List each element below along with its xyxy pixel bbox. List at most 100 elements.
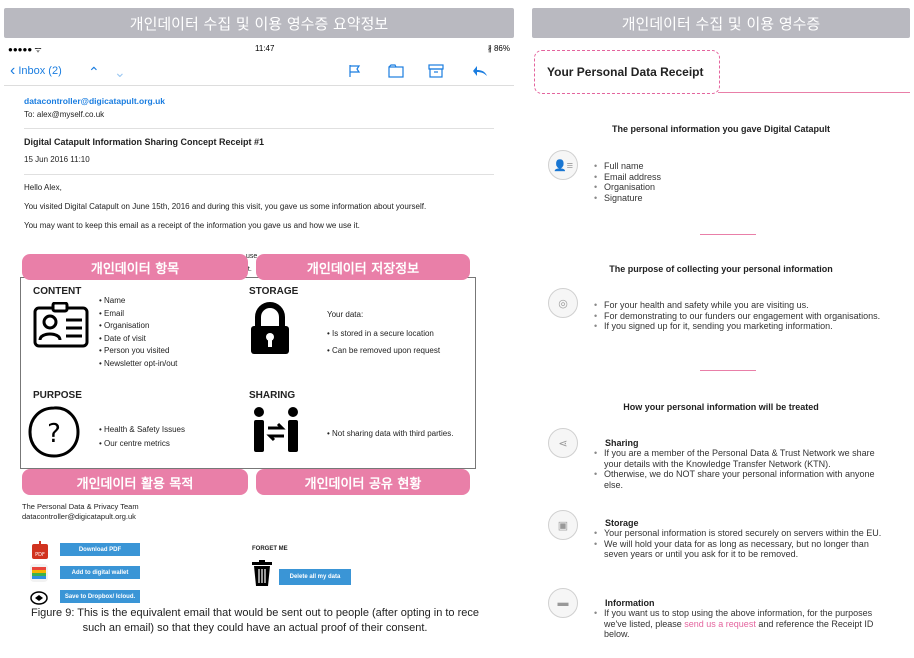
storage-info-list: Your personal information is stored secu…	[594, 528, 894, 560]
trash-icon	[252, 560, 272, 586]
svg-text:?: ?	[47, 419, 61, 449]
purpose-info-item: For demonstrating to our funders our eng…	[594, 311, 894, 322]
storage-title: STORAGE	[249, 286, 299, 297]
id-card-icon	[33, 302, 89, 348]
reply-icon[interactable]	[472, 64, 488, 78]
sharing-info-item: If you are a member of the Personal Data…	[594, 448, 894, 469]
archive-icon[interactable]	[428, 64, 444, 78]
forget-me-title: FORGET ME	[252, 546, 288, 552]
email-subject: Digital Catapult Information Sharing Con…	[24, 137, 265, 148]
chevron-up-icon[interactable]: ⌃	[88, 64, 100, 81]
information-subheading: Information	[605, 598, 655, 608]
cloud-icon	[30, 591, 48, 605]
storage-item: Can be removed upon request	[327, 342, 440, 359]
padlock-icon	[251, 302, 289, 354]
purpose-item: Health & Safety Issues	[99, 423, 185, 437]
content-item: Person you visited	[99, 345, 177, 358]
paragraph-receipt: You may want to keep this email as a rec…	[24, 221, 360, 231]
content-item: Email	[99, 308, 177, 321]
share-icon: ⋖	[548, 428, 578, 458]
pill-data-sharing: 개인데이터 공유 현황	[256, 469, 470, 495]
target-icon: ◎	[548, 288, 578, 318]
sharing-subheading: Sharing	[605, 438, 639, 448]
information-item: If you want us to stop using the above i…	[594, 608, 894, 640]
pill-data-purpose: 개인데이터 활용 목적	[22, 469, 248, 495]
purpose-list: Health & Safety IssuesOur centre metrics	[99, 423, 185, 451]
information-list: If you want us to stop using the above i…	[594, 608, 894, 640]
sharing-info-list: If you are a member of the Personal Data…	[594, 448, 894, 490]
team-name: The Personal Data & Privacy Team	[22, 502, 139, 511]
chevron-left-icon: ‹	[10, 61, 16, 79]
receipt-title: Your Personal Data Receipt	[534, 50, 720, 94]
caption-line-2: such an email) so that they could have a…	[82, 622, 428, 634]
mail-toolbar: ‹ Inbox (2) ⌃ ⌄	[4, 56, 514, 86]
given-info-item: Full name	[594, 161, 894, 172]
back-button[interactable]: ‹ Inbox (2)	[10, 62, 62, 80]
content-item: Name	[99, 295, 177, 308]
sharing-title: SHARING	[249, 390, 296, 401]
information-icon: ▬	[548, 588, 578, 618]
receipt-summary-card: CONTENT NameEmailOrganisationDate of vis…	[20, 277, 476, 469]
pill-data-storage: 개인데이터 저장정보	[256, 254, 470, 280]
purpose-item: Our centre metrics	[99, 437, 185, 451]
people-sharing-icon	[254, 407, 298, 452]
folder-icon[interactable]	[388, 64, 404, 78]
storage-info-item: Your personal information is stored secu…	[594, 528, 894, 539]
pdf-icon: PDF	[32, 541, 48, 559]
add-to-wallet-button[interactable]: Add to digital wallet	[60, 566, 140, 579]
purpose-info-item: For your health and safety while you are…	[594, 300, 894, 311]
paragraph-visit: You visited Digital Catapult on June 15t…	[24, 201, 427, 211]
caption-line-1: Figure 9: This is the equivalent email t…	[30, 607, 479, 619]
svg-text:PDF: PDF	[35, 552, 45, 558]
save-to-cloud-button[interactable]: Save to Dropbox/ Icloud.	[60, 590, 140, 603]
email-date: 15 Jun 2016 11:10	[24, 155, 90, 165]
battery-indicator: ∦ 86%	[487, 44, 510, 53]
signal-indicator: ●●●●● ᯤ	[8, 45, 42, 54]
chevron-down-icon[interactable]: ⌄	[114, 64, 126, 81]
person-list-icon: 👤≡	[548, 150, 578, 180]
storage-item: Is stored in a secure location	[327, 325, 440, 342]
email-footer: The Personal Data & Privacy Team datacon…	[22, 502, 139, 522]
flag-icon[interactable]	[348, 64, 362, 78]
left-panel-header: 개인데이터 수집 및 이용 영수증 요약정보	[4, 8, 514, 38]
status-bar: ●●●●● ᯤ 11:47 ∦ 86%	[4, 44, 514, 56]
sharing-item: Not sharing data with third parties.	[327, 428, 453, 441]
purpose-info-item: If you signed up for it, sending you mar…	[594, 321, 894, 332]
title-underline	[718, 92, 910, 93]
content-item: Organisation	[99, 320, 177, 333]
pill-data-items: 개인데이터 항목	[22, 254, 248, 280]
figure-caption: Figure 9: This is the equivalent email t…	[0, 606, 510, 636]
inbox-label: Inbox (2)	[18, 64, 62, 77]
section-purpose-heading: The purpose of collecting your personal …	[609, 264, 833, 274]
content-list: NameEmailOrganisationDate of visitPerson…	[99, 295, 177, 370]
personal-data-receipt-panel: Your Personal Data Receipt The personal …	[532, 44, 910, 658]
purpose-info-list: For your health and safety while you are…	[594, 300, 894, 332]
given-info-item: Email address	[594, 172, 894, 183]
delete-all-data-button[interactable]: Delete all my data	[279, 569, 351, 585]
question-mark-icon: ?	[28, 406, 80, 458]
purpose-title: PURPOSE	[33, 390, 82, 401]
divider-2	[700, 370, 756, 371]
email-body: datacontroller@digicatapult.org.uk To: a…	[4, 86, 514, 232]
storage-subheading: Storage	[605, 518, 639, 528]
given-info-item: Organisation	[594, 182, 894, 193]
clock: 11:47	[255, 44, 275, 53]
given-info-list: Full nameEmail addressOrganisationSignat…	[594, 161, 894, 203]
team-email: datacontroller@digicatapult.org.uk	[22, 511, 136, 521]
greeting: Hello Alex,	[24, 182, 62, 192]
storage-intro: Your data:	[327, 310, 364, 319]
sharing-info-item: Otherwise, we do NOT share your personal…	[594, 469, 894, 490]
content-item: Newsletter opt-in/out	[99, 358, 177, 371]
send-request-link[interactable]: send us a request	[684, 619, 756, 629]
storage-list: Is stored in a secure locationCan be rem…	[327, 325, 440, 359]
download-pdf-button[interactable]: Download PDF	[60, 543, 140, 556]
divider-1	[700, 234, 756, 235]
section-treatment-heading: How your personal information will be tr…	[623, 402, 819, 412]
given-info-item: Signature	[594, 193, 894, 204]
recipient-line: To: alex@myself.co.uk	[24, 110, 105, 120]
right-panel-header: 개인데이터 수집 및 이용 영수증	[532, 8, 910, 38]
storage-info-item: We will hold your data for as long as ne…	[594, 539, 894, 560]
sender-address[interactable]: datacontroller@digicatapult.org.uk	[24, 96, 494, 107]
section-given-heading: The personal information you gave Digita…	[611, 124, 831, 134]
content-title: CONTENT	[33, 286, 82, 297]
